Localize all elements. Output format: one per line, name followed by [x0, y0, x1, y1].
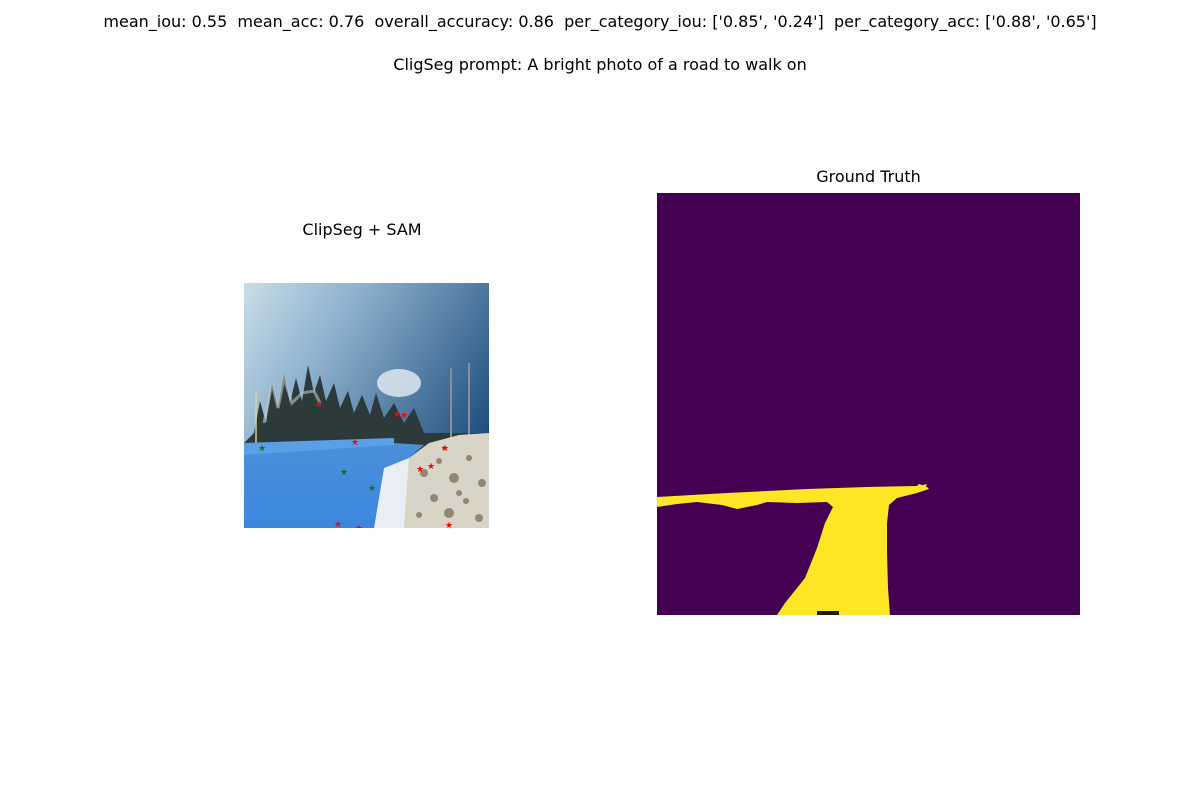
negative-point-star: ★	[441, 444, 449, 454]
negative-point-star: ★	[445, 521, 453, 528]
mask-shadow	[817, 611, 839, 615]
ground-truth-panel-title: Ground Truth	[816, 167, 921, 186]
ground-truth-mask	[657, 193, 1080, 615]
negative-point-star: ★	[427, 462, 435, 472]
positive-point-star: ★	[340, 468, 348, 478]
cloud-shape	[377, 369, 421, 397]
negative-point-star: ★	[355, 524, 363, 528]
prompt-text: CligSeg prompt: A bright photo of a road…	[393, 55, 807, 74]
winter-road-photo: ★ ★ ★ ★ ★ ★ ★ ★ ★ ★ ★ ★ ★	[244, 283, 489, 528]
prediction-image: ★ ★ ★ ★ ★ ★ ★ ★ ★ ★ ★ ★ ★	[244, 283, 489, 528]
positive-point-star: ★	[368, 484, 376, 494]
prediction-panel-title: ClipSeg + SAM	[302, 220, 422, 239]
negative-point-star: ★	[416, 465, 424, 475]
positive-point-star: ★	[258, 444, 266, 454]
metrics-summary: mean_iou: 0.55 mean_acc: 0.76 overall_ac…	[103, 12, 1097, 31]
negative-point-star: ★	[334, 520, 342, 528]
negative-point-star: ★	[351, 438, 359, 448]
mask-canvas	[657, 193, 1080, 615]
negative-point-star: ★	[315, 400, 323, 410]
negative-point-star: ★	[400, 411, 408, 421]
